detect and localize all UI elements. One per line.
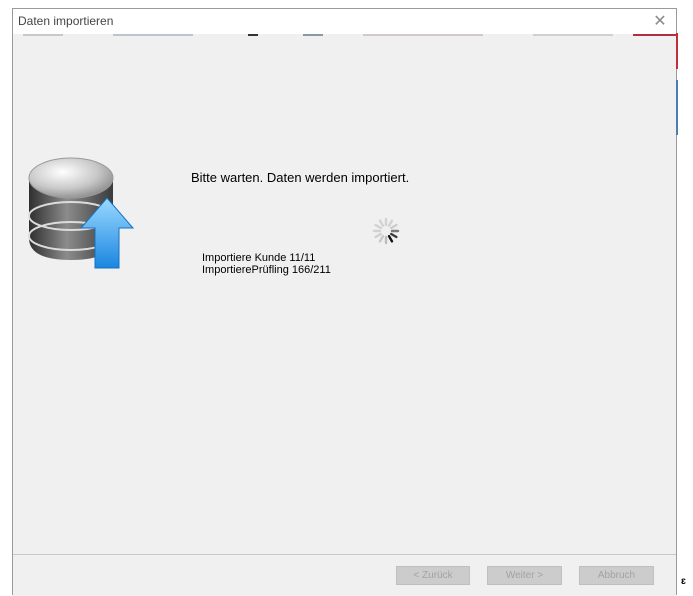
loading-spinner-icon: [372, 217, 400, 245]
strip-artifact: [303, 34, 323, 36]
wait-message: Bitte warten. Daten werden importiert.: [191, 170, 410, 185]
import-dialog: Daten importieren ✕ Bitte warten. Daten …: [12, 8, 677, 596]
header-strip: [13, 34, 676, 146]
strip-artifact: [633, 34, 676, 36]
progress-line-pruefling: ImportierePrüfling 166/211: [202, 264, 331, 276]
edge-artifact-red: [676, 33, 678, 69]
side-mark: ɛ: [681, 576, 686, 587]
cancel-button[interactable]: Abbruch: [579, 566, 654, 585]
progress-status: Importiere Kunde 11/11 ImportierePrüflin…: [202, 252, 331, 276]
strip-artifact: [23, 34, 63, 36]
window-title: Daten importieren: [18, 14, 114, 28]
progress-line-kunde: Importiere Kunde 11/11: [202, 252, 316, 264]
strip-artifact: [113, 34, 193, 36]
close-icon[interactable]: ✕: [648, 10, 672, 32]
database-upload-icon: [28, 157, 135, 269]
next-button[interactable]: Weiter >: [487, 566, 562, 585]
content-area: Bitte warten. Daten werden importiert. I…: [13, 146, 676, 554]
back-button[interactable]: < Zurück: [396, 566, 470, 585]
strip-artifact: [248, 34, 258, 36]
edge-artifact-blue: [676, 80, 678, 135]
title-bar: Daten importieren ✕: [13, 9, 676, 34]
button-bar: < Zurück Weiter > Abbruch: [13, 555, 676, 596]
strip-artifact: [533, 34, 613, 36]
strip-artifact: [363, 34, 483, 36]
